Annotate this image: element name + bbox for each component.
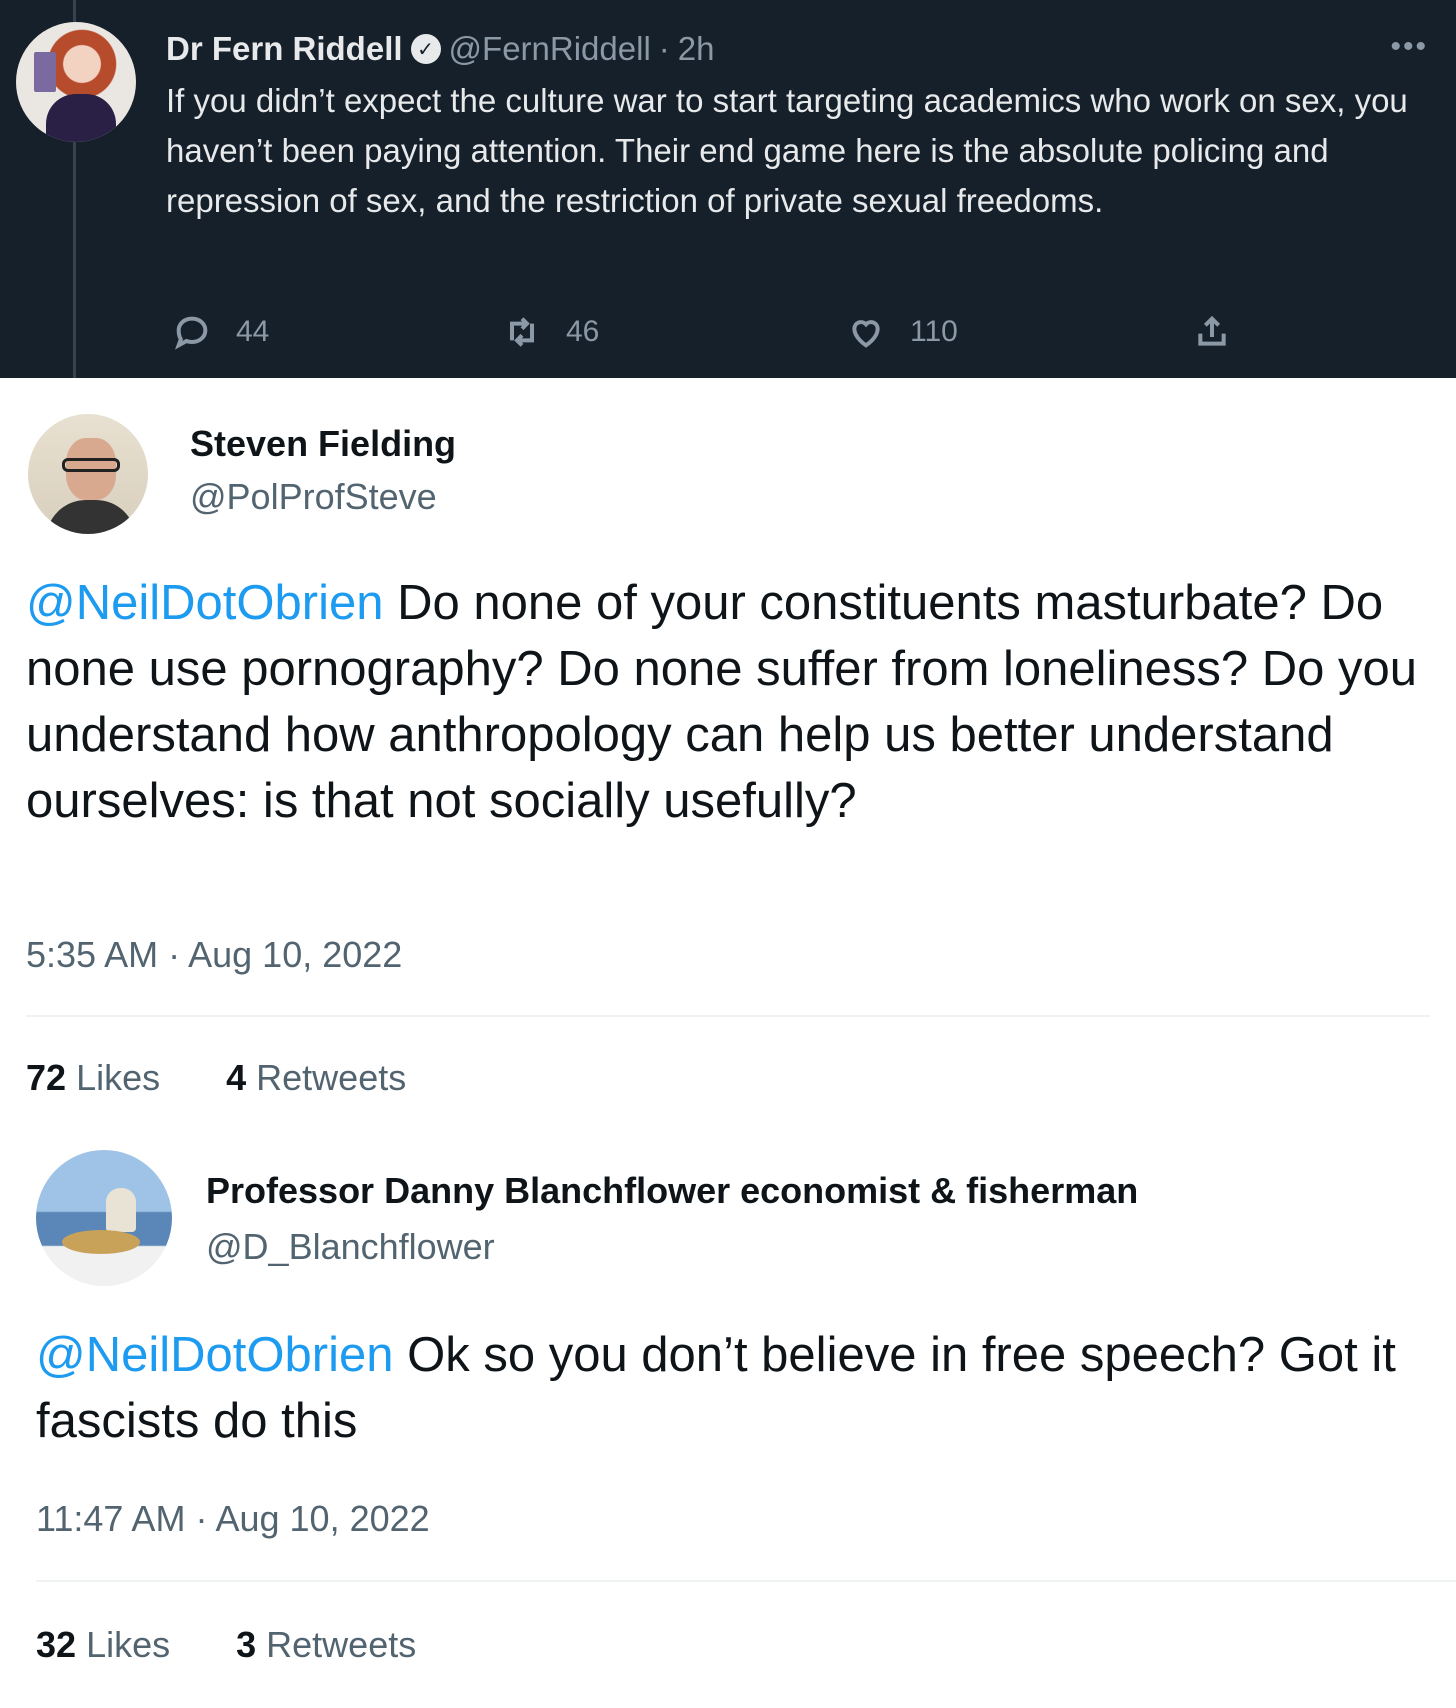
like-button[interactable]: 110 [846, 312, 958, 352]
like-count: 110 [910, 315, 958, 348]
separator: · [658, 30, 670, 67]
tweet-text: @NeilDotObrien Do none of your constitue… [26, 570, 1436, 834]
avatar-fish-detail [62, 1230, 140, 1254]
separator: · [195, 1498, 208, 1539]
verified-badge-icon: ✓ [410, 34, 441, 64]
retweets-stat[interactable]: 4 Retweets [226, 1057, 406, 1099]
likes-count: 32 [36, 1624, 77, 1665]
tweet-header: Dr Fern Riddell ✓ @FernRiddell · 2h [166, 24, 715, 74]
share-icon [1198, 315, 1226, 346]
reply-count: 44 [236, 315, 270, 348]
avatar-body-detail [46, 500, 136, 534]
tweet-timestamp[interactable]: 5:35 AM · Aug 10, 2022 [26, 934, 402, 976]
author-handle[interactable]: @PolProfSteve [190, 476, 437, 518]
retweets-stat[interactable]: 3 Retweets [236, 1624, 416, 1666]
author-name[interactable]: Steven Fielding [190, 423, 456, 465]
date: Aug 10, 2022 [215, 1498, 430, 1539]
reply-button[interactable]: 44 [172, 312, 269, 352]
avatar-book-detail [34, 52, 56, 92]
author-name[interactable]: Dr Fern Riddell [166, 30, 403, 68]
avatar[interactable] [16, 22, 136, 142]
tweet-stats: 72 Likes 4 Retweets [26, 1057, 406, 1099]
tweet-text: If you didn’t expect the culture war to … [166, 82, 1408, 219]
retweets-count: 3 [236, 1624, 257, 1665]
divider [26, 1015, 1430, 1017]
avatar[interactable] [36, 1150, 172, 1286]
more-horizontal-icon[interactable]: ••• [1390, 30, 1428, 64]
retweet-icon [510, 317, 534, 347]
avatar-person-detail [106, 1188, 136, 1232]
avatar-glasses-detail [62, 458, 120, 472]
time: 5:35 AM [26, 934, 159, 975]
divider [36, 1580, 1456, 1582]
likes-label: Likes [86, 1624, 171, 1665]
separator: · [168, 934, 181, 975]
time: 11:47 AM [36, 1498, 186, 1539]
tweet-stats: 32 Likes 3 Retweets [36, 1624, 416, 1666]
likes-count: 72 [26, 1057, 67, 1098]
likes-stat[interactable]: 72 Likes [26, 1057, 160, 1099]
likes-label: Likes [76, 1057, 161, 1098]
author-name[interactable]: Professor Danny Blanchflower economist &… [206, 1170, 1138, 1212]
mention-link[interactable]: @NeilDotObrien [36, 1328, 393, 1382]
tweet-timestamp[interactable]: 11:47 AM · Aug 10, 2022 [36, 1498, 430, 1540]
date: Aug 10, 2022 [188, 934, 403, 975]
author-handle[interactable]: @D_Blanchflower [206, 1226, 495, 1268]
tweet-text: @NeilDotObrien Ok so you don’t believe i… [36, 1322, 1446, 1454]
mention-link[interactable]: @NeilDotObrien [26, 576, 383, 630]
likes-stat[interactable]: 32 Likes [36, 1624, 170, 1666]
retweet-count: 46 [566, 315, 600, 348]
retweets-label: Retweets [256, 1057, 407, 1098]
author-handle[interactable]: @FernRiddell [449, 30, 651, 68]
heart-icon [852, 320, 880, 348]
share-button[interactable] [1192, 312, 1232, 352]
reply-icon [174, 316, 208, 350]
quoted-tweet[interactable]: Dr Fern Riddell ✓ @FernRiddell · 2h ••• … [0, 0, 1456, 378]
retweet-button[interactable]: 46 [502, 312, 599, 352]
avatar[interactable] [28, 414, 148, 534]
retweets-count: 4 [226, 1057, 247, 1098]
timestamp[interactable]: 2h [678, 30, 715, 68]
retweets-label: Retweets [266, 1624, 417, 1665]
avatar-shirt-detail [46, 94, 116, 142]
